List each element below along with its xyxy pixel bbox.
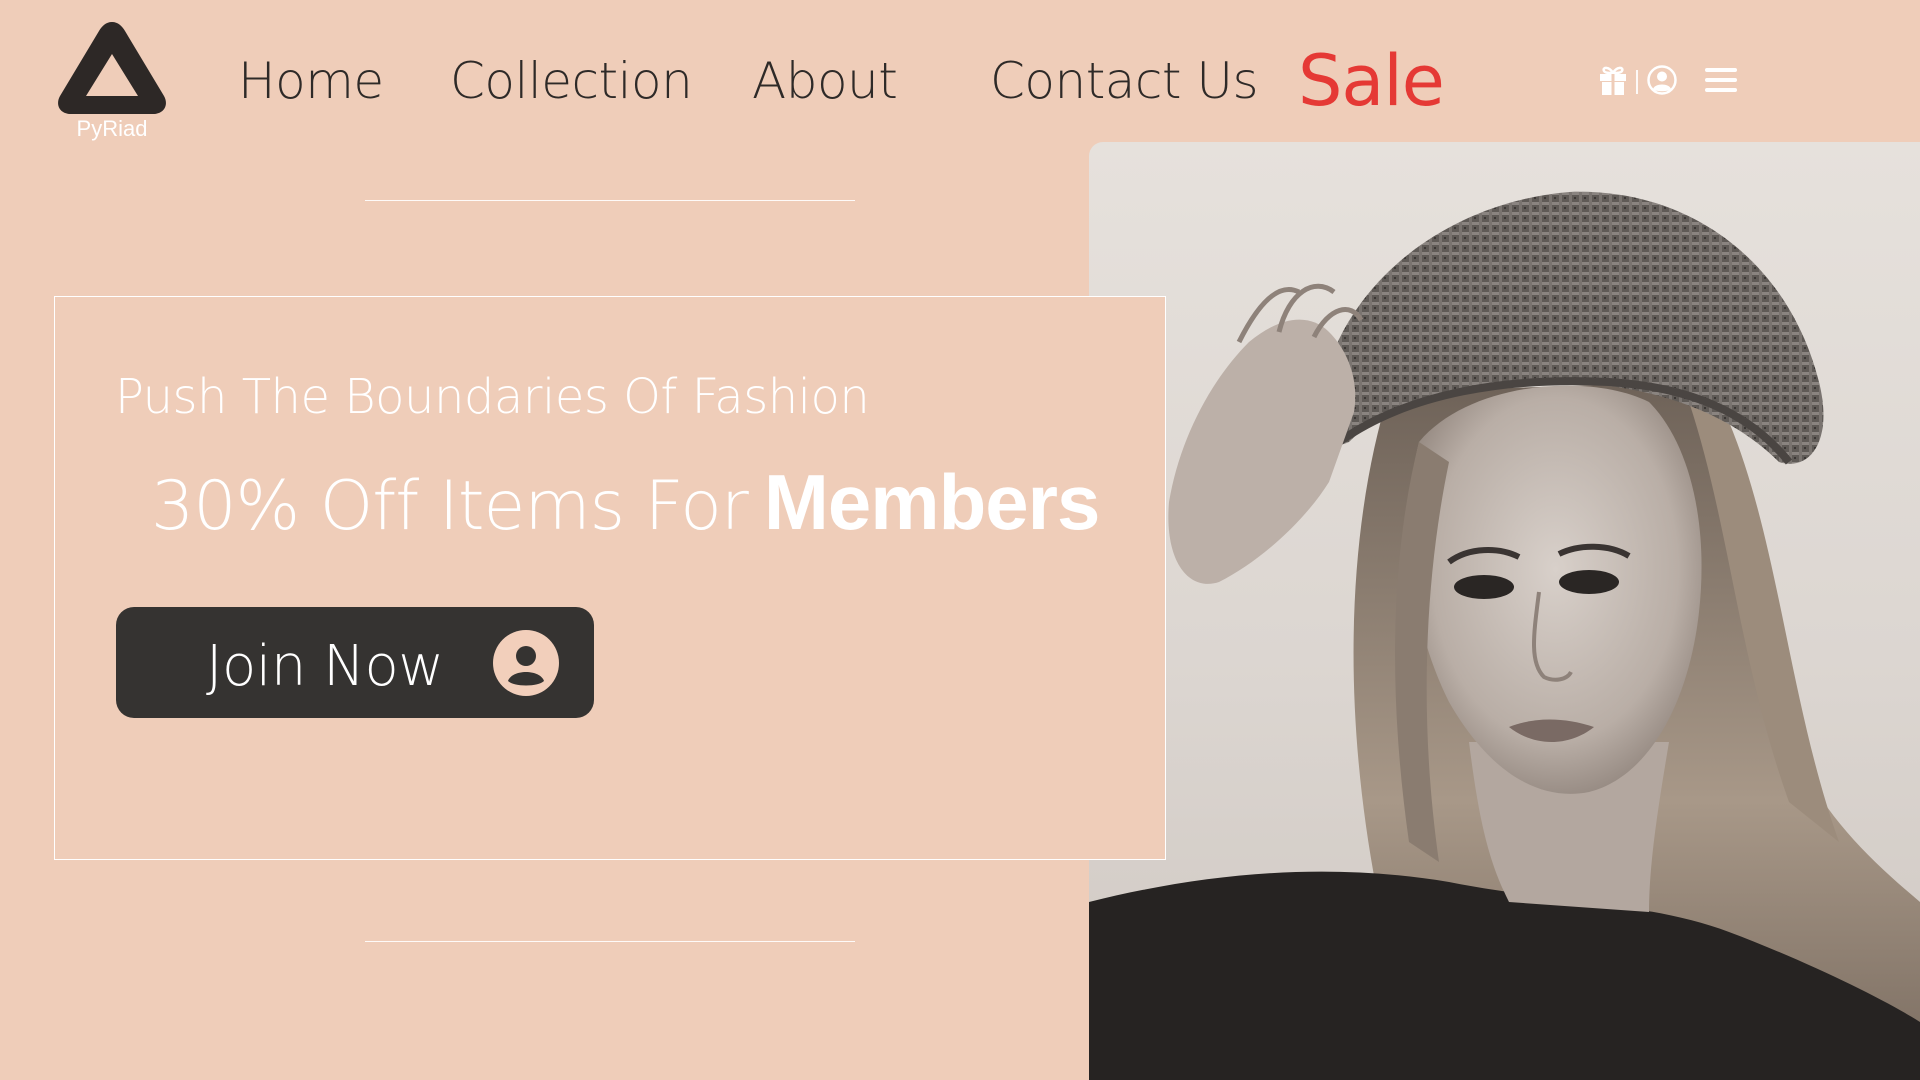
- hamburger-menu-icon[interactable]: [1704, 64, 1738, 100]
- header-icon-group: [1598, 64, 1738, 100]
- join-now-label: Join Now: [206, 634, 444, 699]
- divider-line-top: [365, 200, 855, 201]
- nav-home-link[interactable]: Home: [238, 56, 384, 106]
- user-account-icon[interactable]: [1646, 64, 1678, 100]
- user-circle-icon: [492, 629, 560, 701]
- nav-contact-us-link[interactable]: Contact Us: [990, 56, 1259, 106]
- promo-panel: Push The Boundaries Of Fashion 30% Off I…: [54, 296, 1166, 860]
- triangle-logo-icon: [58, 22, 166, 114]
- nav-collection-link[interactable]: Collection: [450, 56, 693, 106]
- promo-headline-lead: 30% Off Items For: [151, 467, 749, 546]
- promo-subtitle: Push The Boundaries Of Fashion: [115, 369, 870, 425]
- join-now-button[interactable]: Join Now: [116, 607, 594, 718]
- nav-about-link[interactable]: About: [752, 56, 898, 106]
- header-icon-divider: [1636, 70, 1638, 94]
- divider-line-bottom: [365, 941, 855, 942]
- hero-model-photo: [1089, 142, 1920, 1080]
- gift-icon[interactable]: [1598, 64, 1628, 100]
- promo-headline: 30% Off Items For Members: [151, 457, 1100, 548]
- promo-headline-strong: Members: [763, 458, 1100, 546]
- nav-sale-link[interactable]: Sale: [1298, 46, 1445, 116]
- brand-logo[interactable]: PyRiad: [52, 14, 172, 144]
- brand-name: PyRiad: [76, 116, 148, 141]
